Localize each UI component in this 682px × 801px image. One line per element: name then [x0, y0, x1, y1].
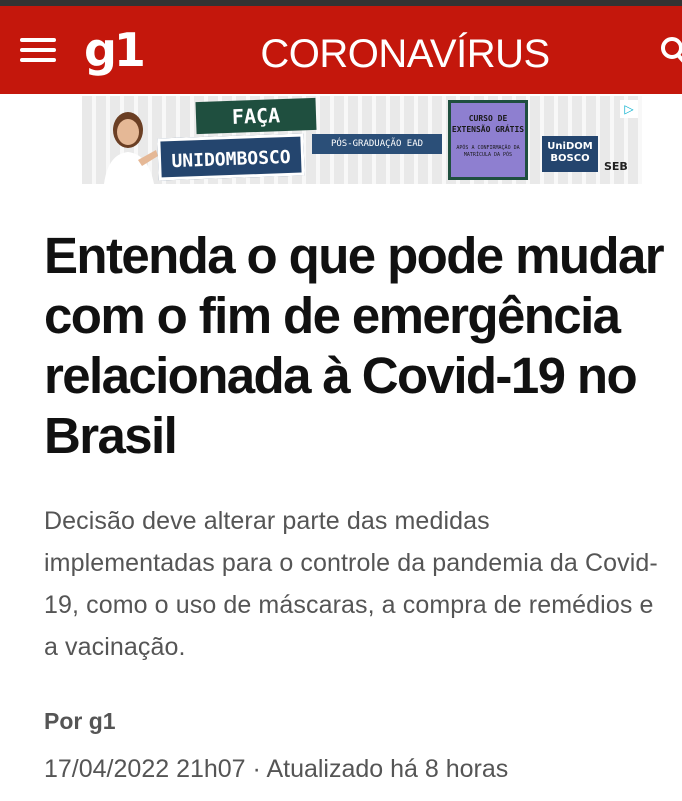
ad-banner[interactable]: FAÇA UNIDOMBOSCO PÓS-GRADUAÇÃO EAD CURSO…	[82, 96, 642, 184]
ad-course-card: CURSO DE EXTENSÃO GRÁTIS APÓS A CONFIRMA…	[448, 100, 528, 180]
updated-time: Atualizado há 8 horas	[266, 755, 509, 783]
ad-model-photo	[104, 112, 158, 184]
adchoices-icon[interactable]: ▷	[620, 100, 638, 118]
hamburger-menu-icon[interactable]	[20, 36, 58, 66]
ad-logo: UniDOM BOSCO	[542, 136, 598, 172]
article-subtitle: Decisão deve alterar parte das medidas i…	[44, 507, 658, 661]
site-header: g1 CORONAVÍRUS	[0, 6, 682, 94]
article-byline[interactable]: Por g1	[44, 704, 116, 738]
ad-tagline: PÓS-GRADUAÇÃO EAD	[312, 134, 442, 154]
search-icon[interactable]	[660, 34, 682, 68]
ad-brand-text: UNIDOMBOSCO	[157, 133, 305, 181]
section-title[interactable]: CORONAVÍRUS	[240, 32, 570, 76]
ad-card-title: CURSO DE EXTENSÃO GRÁTIS	[451, 114, 525, 134]
meta-separator: ·	[252, 755, 261, 783]
ad-card-subtitle: APÓS A CONFIRMAÇÃO DA MATRÍCULA DA PÓS	[456, 145, 520, 158]
ad-bubble-text: FAÇA	[195, 97, 317, 135]
ad-group-text: SEB	[604, 160, 628, 173]
g1-logo[interactable]: g1	[84, 24, 146, 76]
article-headline: Entenda o que pode mudar com o fim de em…	[44, 227, 665, 464]
article-meta: 17/04/2022 21h07 · Atualizado há 8 horas	[44, 752, 674, 786]
published-date: 17/04/2022 21h07	[44, 755, 246, 783]
